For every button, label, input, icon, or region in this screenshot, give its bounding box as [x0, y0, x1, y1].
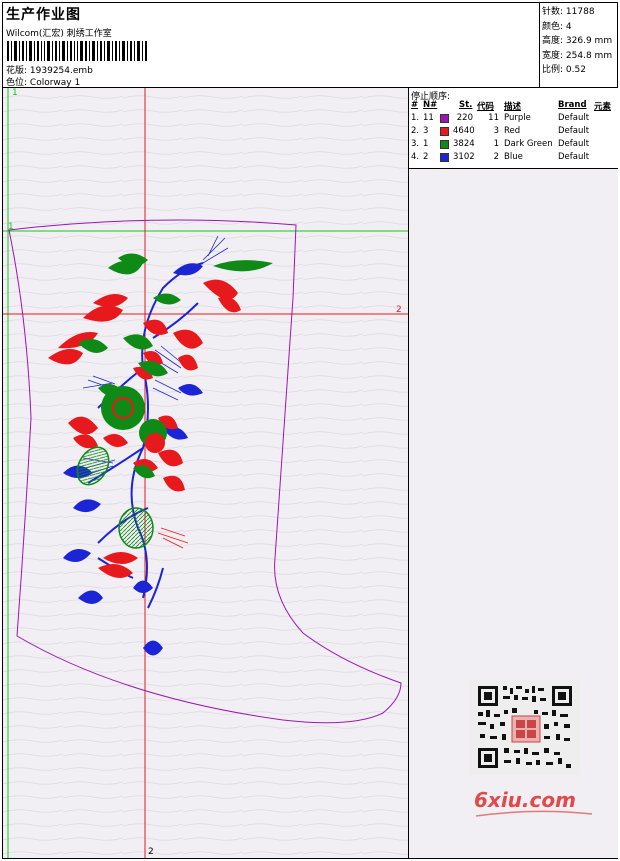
color-swatch [440, 153, 449, 162]
axis-label-red-right: 2 [396, 305, 402, 315]
color-swatch [440, 140, 449, 149]
table-header-row: # N# St. 代码 描述 Brand 元素 [409, 100, 618, 113]
col-code: 代码 [477, 102, 495, 112]
axis-label-red-bottom: 2 [148, 847, 154, 857]
col-brand: Brand [558, 100, 587, 110]
color-swatch [440, 127, 449, 136]
col-stitches: St. [459, 100, 473, 110]
watermark-logo: 6xiu.com [474, 788, 576, 812]
table-row: 2. 3 4640 3 Red Default [411, 126, 590, 136]
header-divider-vertical [539, 2, 540, 87]
logo-swoosh-icon [475, 810, 593, 817]
color-swatch [440, 114, 449, 123]
qr-code [470, 680, 580, 775]
col-desc: 描述 [504, 102, 522, 112]
color-panel: 停止顺序: # N# St. 代码 描述 Brand 元素 1. 11 220 … [409, 88, 618, 858]
table-row: 3. 1 3824 1 Dark Green Default [411, 139, 590, 149]
stat-width: 宽度: 254.8 mm [542, 50, 613, 61]
header-info: 生产作业图 Wilcom(汇宏) 刺绣工作室 花版: 1939254.emb 色… [5, 4, 535, 88]
stop-sequence-box: 停止顺序: # N# St. 代码 描述 Brand 元素 1. 11 220 … [409, 88, 618, 169]
page-title: 生产作业图 [6, 7, 81, 23]
design-stats: 针数: 11788 颜色: 4 高度: 326.9 mm 宽度: 254.8 m… [542, 5, 612, 78]
col-index: # [411, 100, 419, 110]
col-needle: N# [423, 100, 438, 110]
qr-code-icon [470, 680, 580, 775]
stat-height: 高度: 326.9 mm [542, 36, 613, 47]
stat-colors: 颜色: 4 [542, 21, 572, 32]
col-element: 元素 [594, 102, 612, 112]
table-row: 1. 11 220 11 Purple Default [411, 113, 590, 123]
axis-label-green-top: 1 [12, 88, 18, 98]
stop-sequence-table: # N# St. 代码 描述 Brand 元素 1. 11 220 11 Pur… [409, 100, 618, 165]
design-canvas: 1 1 2 2 [3, 88, 408, 858]
company-name: Wilcom(汇宏) 刺绣工作室 [6, 29, 112, 39]
design-drawing [3, 88, 408, 858]
axis-label-green-left: 1 [8, 222, 14, 232]
barcode-icon [7, 41, 147, 61]
stat-scale: 比例: 0.52 [542, 65, 586, 76]
table-row: 4. 2 3102 2 Blue Default [411, 152, 590, 162]
stat-stitches: 针数: 11788 [542, 7, 595, 17]
